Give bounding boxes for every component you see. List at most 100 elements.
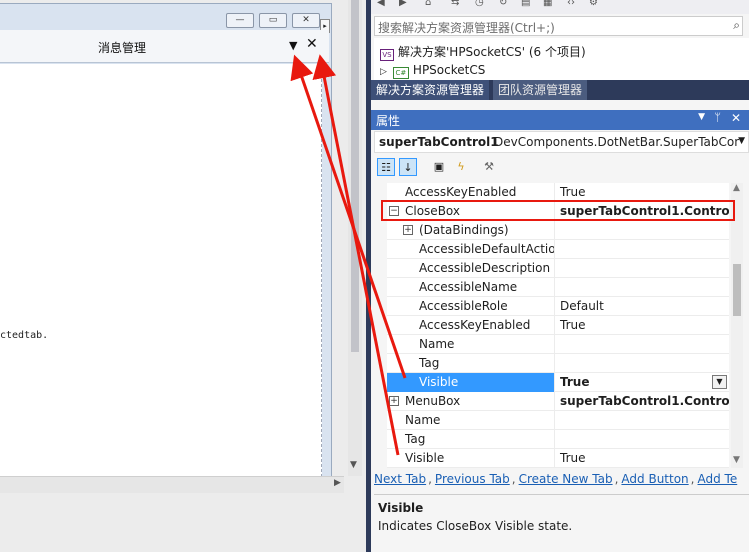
verb-link[interactable]: Next Tab [374,472,426,486]
home-icon[interactable]: ⌂ [425,0,431,8]
property-row[interactable]: Name [387,411,729,430]
designer-horizontal-scrollbar[interactable] [0,476,344,493]
property-name[interactable]: Name [387,335,555,354]
property-grid-scrollbar[interactable] [731,183,743,468]
property-value[interactable] [556,335,729,354]
view-code-icon[interactable]: ‹› [567,0,575,8]
solution-icon: VS [380,49,394,61]
property-name[interactable]: Visible [387,449,555,468]
scroll-right-arrow-icon[interactable]: ▶ [334,478,341,488]
solution-label: 解决方案'HPSocketCS' (6 个项目) [398,45,586,59]
property-name[interactable]: AccessibleRole [387,297,555,316]
properties-title-bar: 属性 ▼ ᛘ ✕ [371,110,749,130]
property-value[interactable]: superTabControl1.ControlBox [556,392,729,411]
property-name[interactable]: AccessibleName [387,278,555,297]
tab-close-icon[interactable]: ✕ [306,36,318,52]
scroll-down-arrow-icon[interactable]: ▼ [733,455,740,465]
chevron-down-icon[interactable]: ▼ [738,136,745,146]
tab-team-explorer[interactable]: 团队资源管理器 [493,80,588,100]
property-row[interactable]: Tag [387,430,729,449]
property-row[interactable]: Visible True [387,449,729,468]
wrench-icon[interactable]: ⚒ [480,158,498,176]
property-row[interactable]: AccessibleDefaultAction [387,240,729,259]
designer-vertical-scroll-thumb[interactable] [351,0,359,352]
window-position-icon[interactable]: ▼ [698,112,705,122]
verb-link[interactable]: Create New Tab [519,472,613,486]
expand-arrow-icon[interactable]: ▷ [380,67,387,77]
property-name[interactable]: AccessibleDescription [387,259,555,278]
property-row[interactable]: +MenuBoxsuperTabControl1.ControlBox [387,392,729,411]
property-value[interactable]: True [556,373,729,392]
tab-solution-explorer[interactable]: 解决方案资源管理器 [371,80,490,100]
property-name[interactable]: AccessKeyEnabled [387,316,555,335]
property-value[interactable]: True [556,449,729,468]
property-value[interactable] [556,278,729,297]
back-icon[interactable]: ◀ [377,0,385,8]
pin-icon[interactable]: ᛘ [714,111,721,124]
property-value[interactable] [556,240,729,259]
properties-icon[interactable]: ⚙ [589,0,598,8]
property-value[interactable]: True [556,316,729,335]
alphabetical-icon[interactable]: ↓ [399,158,417,176]
history-icon[interactable]: ◷ [475,0,484,8]
forward-icon[interactable]: ▶ [399,0,407,8]
minimize-button[interactable]: — [226,13,254,28]
property-row[interactable]: AccessibleDescription [387,259,729,278]
scroll-down-arrow-icon[interactable]: ▼ [350,460,357,470]
scroll-up-arrow-icon[interactable]: ▲ [733,183,740,193]
property-grid-scroll-thumb[interactable] [733,264,741,316]
property-value[interactable] [556,411,729,430]
show-all-files-icon[interactable]: ▦ [543,0,552,8]
super-tab-strip[interactable]: 消息管理 ▼ ✕ [0,30,329,63]
designer-verbs: Next Tab, Previous Tab, Create New Tab, Add… [374,472,749,492]
property-name[interactable]: MenuBox [387,392,555,411]
sync-icon[interactable]: ⇆ [451,0,459,8]
property-value[interactable] [556,430,729,449]
value-dropdown-button[interactable]: ▼ [712,375,727,389]
tree-item-project[interactable]: ▷ C# HPSocketCS [380,63,485,81]
property-name[interactable]: Name [387,411,555,430]
tree-item-solution[interactable]: VS 解决方案'HPSocketCS' (6 个项目) [380,43,586,61]
clipped-text: ctedtab. [0,330,49,341]
tab-title[interactable]: 消息管理 [98,39,146,56]
verb-separator: , [428,472,432,486]
property-pages-icon[interactable]: ▣ [430,158,448,176]
property-name[interactable]: AccessibleDefaultAction [387,240,555,259]
tab-panel-body[interactable] [0,64,322,477]
property-value[interactable] [556,221,729,240]
window-close-button[interactable]: ✕ [292,13,320,28]
property-name[interactable]: (DataBindings) [387,221,555,240]
property-row[interactable]: AccessKeyEnabled True [387,316,729,335]
description-title: Visible [378,501,424,515]
verb-link[interactable]: Add Button [621,472,688,486]
refresh-icon[interactable]: ↻ [499,0,507,8]
verb-link[interactable]: Add Te [698,472,738,486]
property-value[interactable]: Default [556,297,729,316]
property-row[interactable]: Name [387,335,729,354]
restore-button[interactable]: ▭ [259,13,287,28]
solution-search-box[interactable]: 搜索解决方案资源管理器(Ctrl+;) ⌕ [374,16,743,36]
property-row[interactable]: Visible True ▼ [387,373,729,392]
verb-link[interactable]: Previous Tab [435,472,510,486]
property-row[interactable]: AccessibleName [387,278,729,297]
tab-menu-icon[interactable]: ▼ [289,39,297,52]
verb-separator: , [690,472,695,486]
property-name[interactable]: Tag [387,430,555,449]
property-row[interactable]: AccessibleRole Default [387,297,729,316]
csharp-project-icon: C# [392,67,409,79]
property-row[interactable]: Tag [387,354,729,373]
collapse-icon[interactable]: ▤ [521,0,530,8]
search-icon[interactable]: ⌕ [733,18,740,33]
events-icon[interactable]: ϟ [452,158,470,176]
object-selector[interactable]: superTabControl1 DevComponents.DotNetBar… [374,131,749,153]
project-label: HPSocketCS [412,63,486,77]
close-icon[interactable]: ✕ [731,111,741,125]
properties-toolbar: ☷ ↓ ▣ ϟ ⚒ [374,155,749,180]
property-name[interactable]: Visible [387,373,555,392]
property-name[interactable]: Tag [387,354,555,373]
solution-search-input[interactable]: 搜索解决方案资源管理器(Ctrl+;) [378,19,555,36]
property-value[interactable] [556,259,729,278]
property-row[interactable]: + (DataBindings) [387,221,729,240]
property-value[interactable] [556,354,729,373]
categorized-icon[interactable]: ☷ [377,158,395,176]
